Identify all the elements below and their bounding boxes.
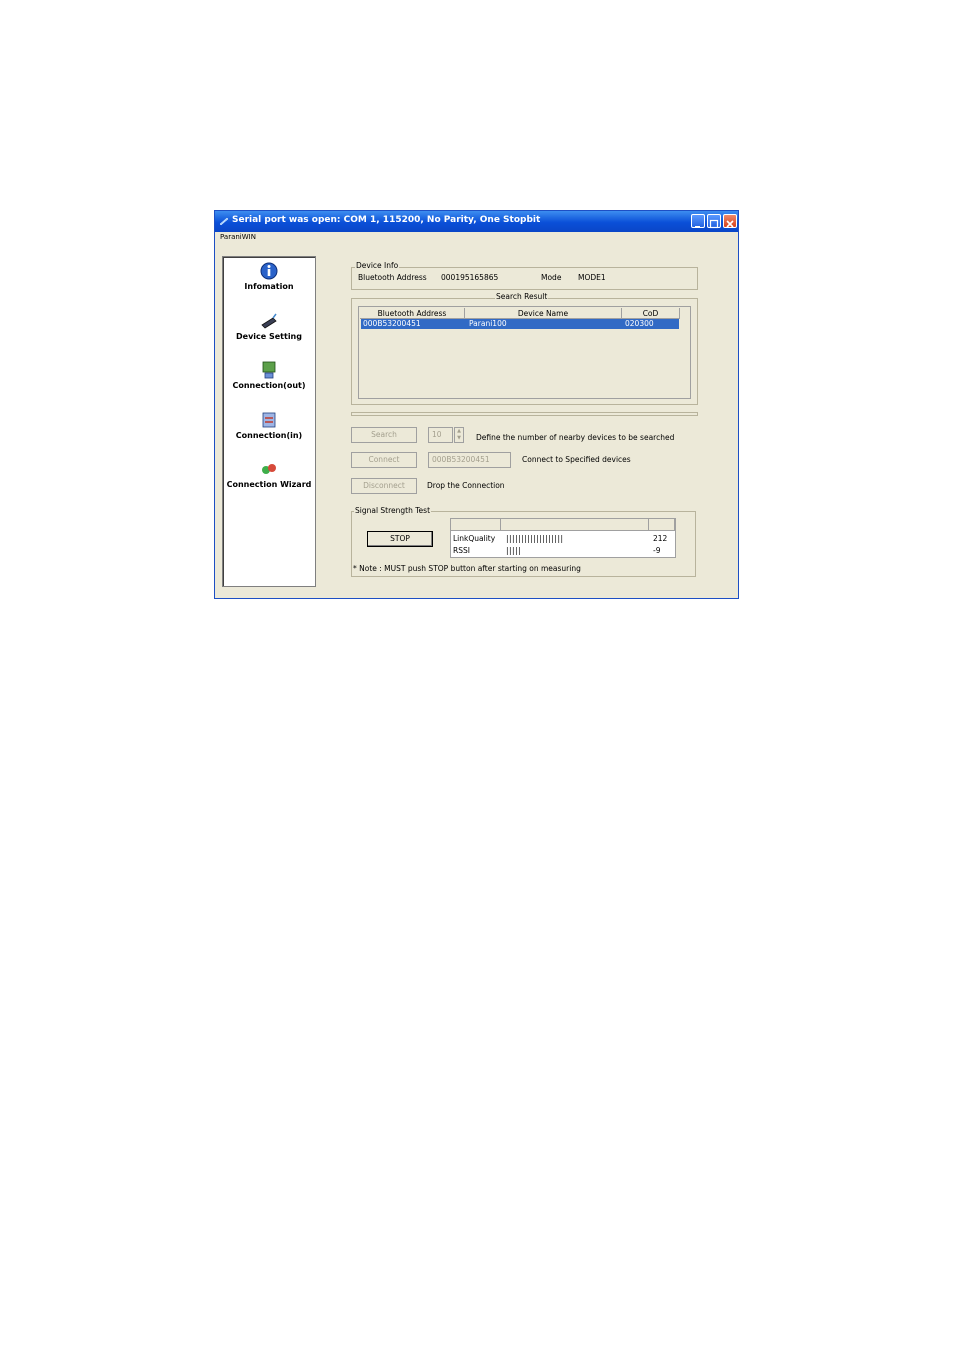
- connect-button[interactable]: Connect: [351, 452, 417, 468]
- mode-label: Mode: [541, 273, 562, 282]
- minimize-icon: [695, 226, 700, 228]
- menu-paraniwin[interactable]: ParaniWIN: [220, 233, 256, 241]
- search-result-list[interactable]: Bluetooth Address Device Name CoD 000B53…: [358, 306, 691, 399]
- disconnect-button[interactable]: Disconnect: [351, 478, 417, 494]
- app-icon: [219, 217, 229, 226]
- stop-button[interactable]: STOP: [367, 531, 433, 547]
- mode-value: MODE1: [578, 273, 606, 282]
- connect-address-field[interactable]: 000B53200451: [428, 452, 511, 468]
- connect-description: Connect to Specified devices: [522, 455, 631, 464]
- device-count-spinner[interactable]: ▲ ▼: [454, 427, 464, 443]
- close-icon: [726, 220, 734, 228]
- column-header: [451, 519, 501, 531]
- device-setting-icon: [261, 313, 277, 329]
- spin-up-icon[interactable]: ▲: [455, 428, 463, 435]
- menu-bar: ParaniWIN: [215, 232, 738, 244]
- spin-down-icon[interactable]: ▼: [455, 435, 463, 442]
- title-bar[interactable]: Serial port was open: COM 1, 115200, No …: [215, 211, 738, 232]
- search-description: Define the number of nearby devices to b…: [476, 433, 675, 442]
- row-address: 000B53200451: [363, 319, 421, 328]
- connection-in-icon: [262, 412, 276, 428]
- signal-list: LinkQuality ||||||||||||||||||| 212 RSSI…: [450, 518, 676, 558]
- signal-strength-label: Signal Strength Test: [354, 506, 432, 515]
- sidebar-item-information[interactable]: Infomation: [223, 261, 315, 291]
- sidebar-item-label: Connection(in): [235, 431, 303, 440]
- search-button[interactable]: Search: [351, 427, 417, 443]
- disconnect-description: Drop the Connection: [427, 481, 505, 490]
- minimize-button[interactable]: [691, 214, 705, 228]
- linkquality-value: 212: [653, 534, 668, 543]
- sidebar-item-connection-in[interactable]: Connection(in): [223, 410, 315, 440]
- connection-out-icon: [262, 361, 276, 379]
- signal-note: * Note : MUST push STOP button after sta…: [353, 564, 581, 573]
- table-row[interactable]: 000B53200451 Parani100 020300: [361, 319, 679, 329]
- device-count-field[interactable]: 10: [428, 427, 453, 443]
- bt-address-value: 000195165865: [441, 273, 499, 282]
- sidebar: Infomation Device Setting Connection(out…: [222, 256, 316, 587]
- column-header-cod[interactable]: CoD: [622, 308, 680, 319]
- bt-address-label: Bluetooth Address: [358, 273, 427, 282]
- column-header-address[interactable]: Bluetooth Address: [360, 308, 465, 319]
- rssi-bar: |||||: [506, 546, 522, 555]
- connection-wizard-icon: [262, 464, 276, 474]
- linkquality-label: LinkQuality: [453, 534, 496, 543]
- rssi-value: -9: [653, 546, 661, 555]
- column-header-name[interactable]: Device Name: [465, 308, 622, 319]
- sidebar-item-connection-out[interactable]: Connection(out): [223, 360, 315, 390]
- column-header: [649, 519, 675, 531]
- window-title: Serial port was open: COM 1, 115200, No …: [232, 215, 541, 225]
- sidebar-item-label: Device Setting: [236, 332, 302, 341]
- sidebar-item-connection-wizard[interactable]: Connection Wizard: [223, 459, 315, 489]
- info-icon: [260, 262, 278, 280]
- app-window: Serial port was open: COM 1, 115200, No …: [214, 210, 739, 599]
- sidebar-item-label: Connection(out): [232, 381, 306, 390]
- progress-bar: [351, 412, 698, 416]
- maximize-icon: [709, 219, 719, 229]
- device-info-label: Device Info: [355, 261, 400, 270]
- search-result-label: Search Result: [495, 292, 549, 301]
- sidebar-item-label: Infomation: [244, 282, 294, 291]
- linkquality-bar: |||||||||||||||||||: [506, 534, 564, 543]
- row-device-name: Parani100: [469, 319, 507, 328]
- close-button[interactable]: [723, 214, 737, 228]
- rssi-label: RSSI: [453, 546, 470, 555]
- sidebar-item-label: Connection Wizard: [226, 480, 312, 489]
- column-header: [501, 519, 649, 531]
- sidebar-item-device-setting[interactable]: Device Setting: [223, 311, 315, 341]
- row-cod: 020300: [625, 319, 654, 328]
- maximize-button[interactable]: [707, 214, 721, 229]
